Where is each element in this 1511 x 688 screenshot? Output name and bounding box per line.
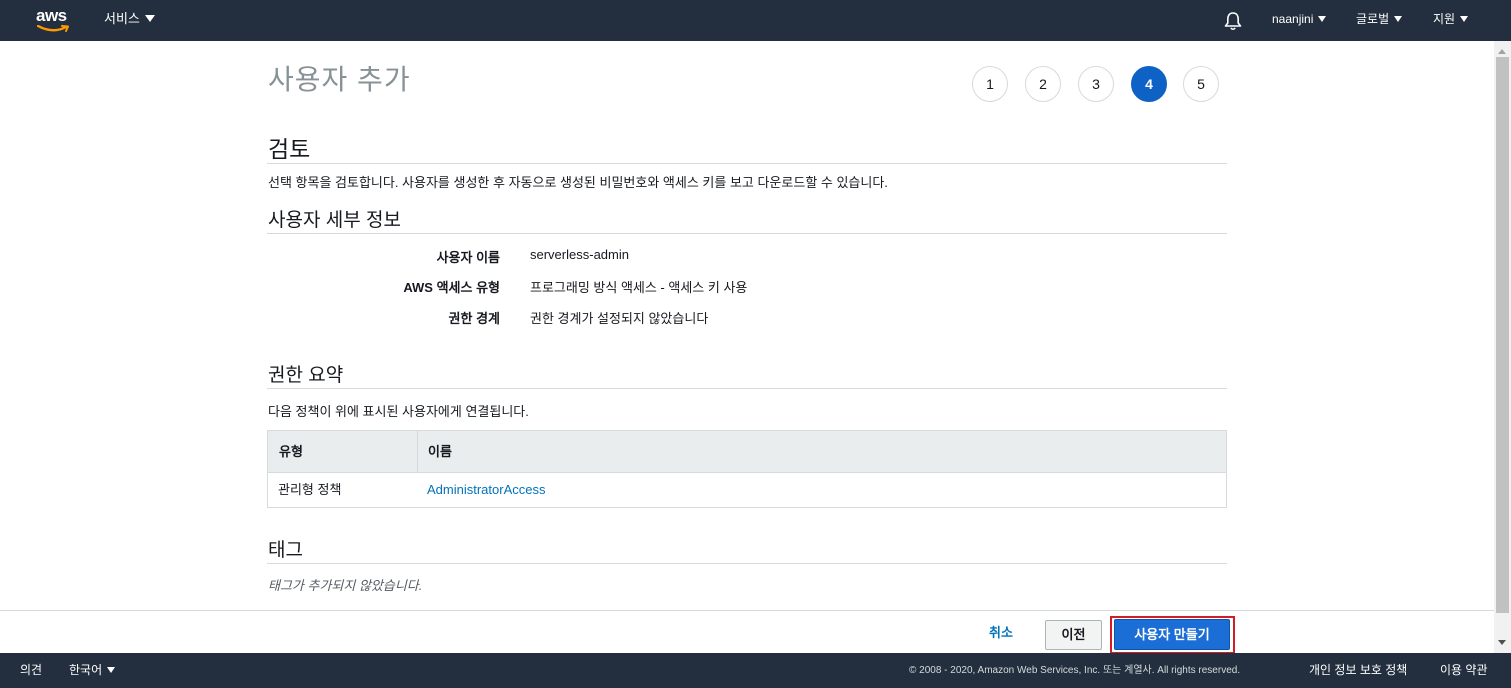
step-2[interactable]: 2 xyxy=(1025,66,1061,102)
policy-type-cell: 관리형 정책 xyxy=(278,482,342,497)
top-nav: aws 서비스 naanjini 글로벌 지원 xyxy=(0,0,1511,41)
permissions-description: 다음 정책이 위에 표시된 사용자에게 연결됩니다. xyxy=(268,404,529,419)
action-bar: 취소 이전 사용자 만들기 xyxy=(0,610,1494,654)
aws-logo-text: aws xyxy=(36,6,67,25)
page-scrollbar[interactable] xyxy=(1494,41,1511,653)
language-label: 한국어 xyxy=(69,663,103,677)
page-title: 사용자 추가 xyxy=(268,64,411,95)
divider xyxy=(267,163,1227,164)
tags-empty-note: 태그가 추가되지 않았습니다. xyxy=(268,578,423,593)
chevron-down-icon xyxy=(144,15,155,22)
divider xyxy=(267,563,1227,564)
scroll-up-arrow-icon[interactable] xyxy=(1498,49,1506,54)
account-label: naanjini xyxy=(1272,12,1314,26)
region-menu[interactable]: 글로벌 xyxy=(1356,0,1403,41)
chevron-down-icon xyxy=(1394,16,1403,22)
bell-icon[interactable] xyxy=(1224,11,1242,31)
previous-button[interactable]: 이전 xyxy=(1045,620,1102,650)
step-1[interactable]: 1 xyxy=(972,66,1008,102)
aws-logo[interactable]: aws xyxy=(36,7,72,33)
language-menu[interactable]: 한국어 xyxy=(69,653,116,688)
step-3[interactable]: 3 xyxy=(1078,66,1114,102)
review-description: 선택 항목을 검토합니다. 사용자를 생성한 후 자동으로 생성된 비밀번호와 … xyxy=(268,175,888,190)
user-details-heading: 사용자 세부 정보 xyxy=(268,210,401,231)
table-header: 유형 이름 xyxy=(268,431,1226,473)
cancel-button[interactable]: 취소 xyxy=(980,620,1022,646)
permissions-table: 유형 이름 관리형 정책 AdministratorAccess xyxy=(267,430,1227,508)
region-label: 글로벌 xyxy=(1356,12,1390,26)
services-label: 서비스 xyxy=(104,11,140,26)
scroll-thumb[interactable] xyxy=(1496,57,1509,613)
permissions-heading: 권한 요약 xyxy=(268,365,344,386)
chevron-down-icon xyxy=(1318,16,1327,22)
detail-value-access-type: 프로그래밍 방식 액세스 - 액세스 키 사용 xyxy=(530,280,748,295)
column-divider xyxy=(417,431,418,472)
copyright-text: © 2008 - 2020, Amazon Web Services, Inc.… xyxy=(909,665,1241,676)
review-heading: 검토 xyxy=(268,136,311,162)
divider xyxy=(267,388,1227,389)
create-user-button[interactable]: 사용자 만들기 xyxy=(1114,619,1230,650)
divider xyxy=(267,233,1227,234)
step-5[interactable]: 5 xyxy=(1183,66,1219,102)
detail-value-permission-boundary: 권한 경계가 설정되지 않았습니다 xyxy=(530,311,709,326)
footer: 의견 한국어 © 2008 - 2020, Amazon Web Service… xyxy=(0,653,1511,688)
detail-label-username: 사용자 이름 xyxy=(436,250,500,265)
column-header-name[interactable]: 이름 xyxy=(428,431,452,472)
table-row: 관리형 정책 AdministratorAccess xyxy=(268,473,1226,507)
step-4-active[interactable]: 4 xyxy=(1131,66,1167,102)
account-menu[interactable]: naanjini xyxy=(1272,0,1327,41)
policy-name-link[interactable]: AdministratorAccess xyxy=(427,473,545,507)
detail-label-access-type: AWS 액세스 유형 xyxy=(403,280,500,295)
privacy-policy-link[interactable]: 개인 정보 보호 정책 xyxy=(1309,653,1407,688)
chevron-down-icon xyxy=(1460,16,1469,22)
detail-label-permission-boundary: 권한 경계 xyxy=(448,311,500,326)
support-menu[interactable]: 지원 xyxy=(1433,0,1469,41)
feedback-link[interactable]: 의견 xyxy=(20,653,42,688)
column-header-type[interactable]: 유형 xyxy=(279,431,303,472)
detail-value-username: serverless-admin xyxy=(530,247,629,262)
aws-smile-icon xyxy=(37,25,69,32)
scroll-down-arrow-icon[interactable] xyxy=(1498,640,1506,645)
services-menu[interactable]: 서비스 xyxy=(104,0,155,41)
tags-heading: 태그 xyxy=(268,540,303,561)
terms-link[interactable]: 이용 약관 xyxy=(1440,653,1488,688)
chevron-down-icon xyxy=(107,667,116,673)
support-label: 지원 xyxy=(1433,12,1456,26)
